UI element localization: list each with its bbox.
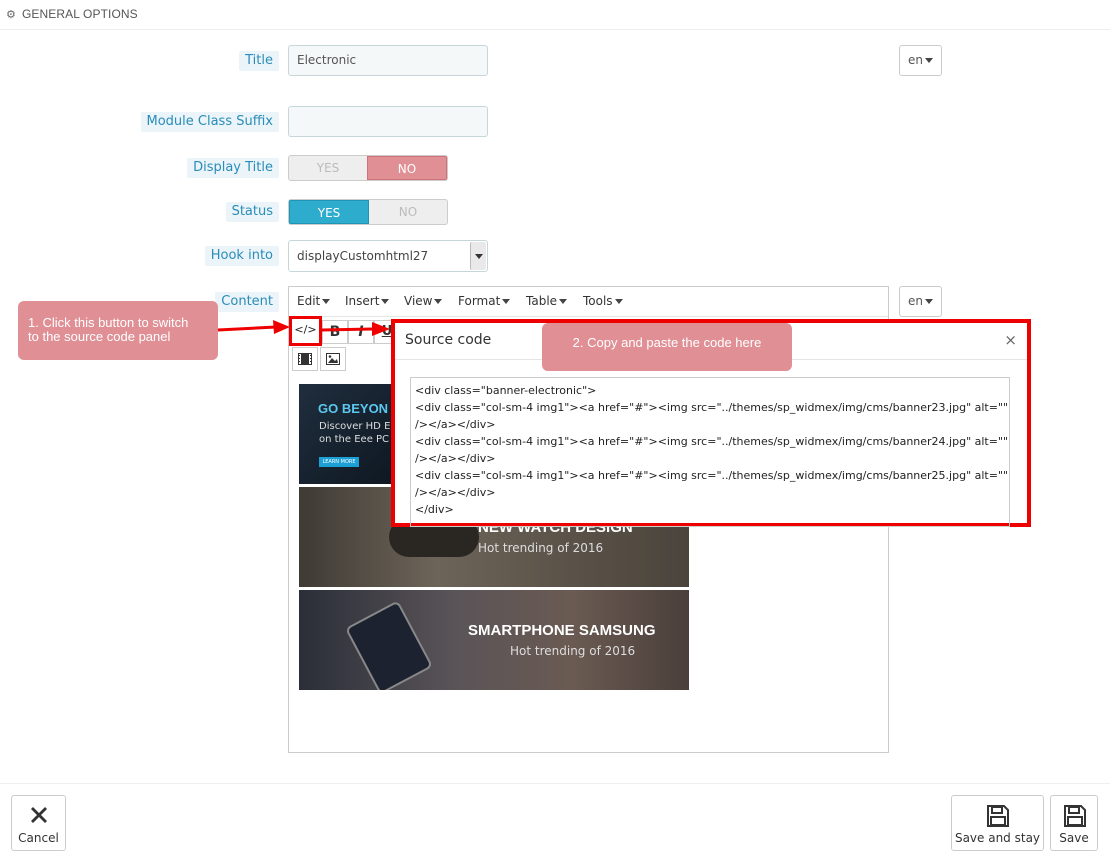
annotation-arrows [217,320,390,336]
save-label: Save [1059,831,1089,845]
cancel-label: Cancel [18,831,59,845]
form-footer: Cancel Save and stay Save [0,783,1110,852]
floppy-disk-icon [1064,805,1086,827]
save-and-stay-button[interactable]: Save and stay [951,795,1044,851]
save-and-stay-label: Save and stay [954,831,1041,845]
arrow-head-icon [372,322,390,336]
arrow-line [321,327,373,332]
arrow-head-icon [273,320,290,334]
close-icon [31,807,47,823]
save-button[interactable]: Save [1050,795,1098,851]
cancel-button[interactable]: Cancel [11,795,66,851]
floppy-disk-icon [987,805,1009,827]
arrow-line [217,325,277,332]
